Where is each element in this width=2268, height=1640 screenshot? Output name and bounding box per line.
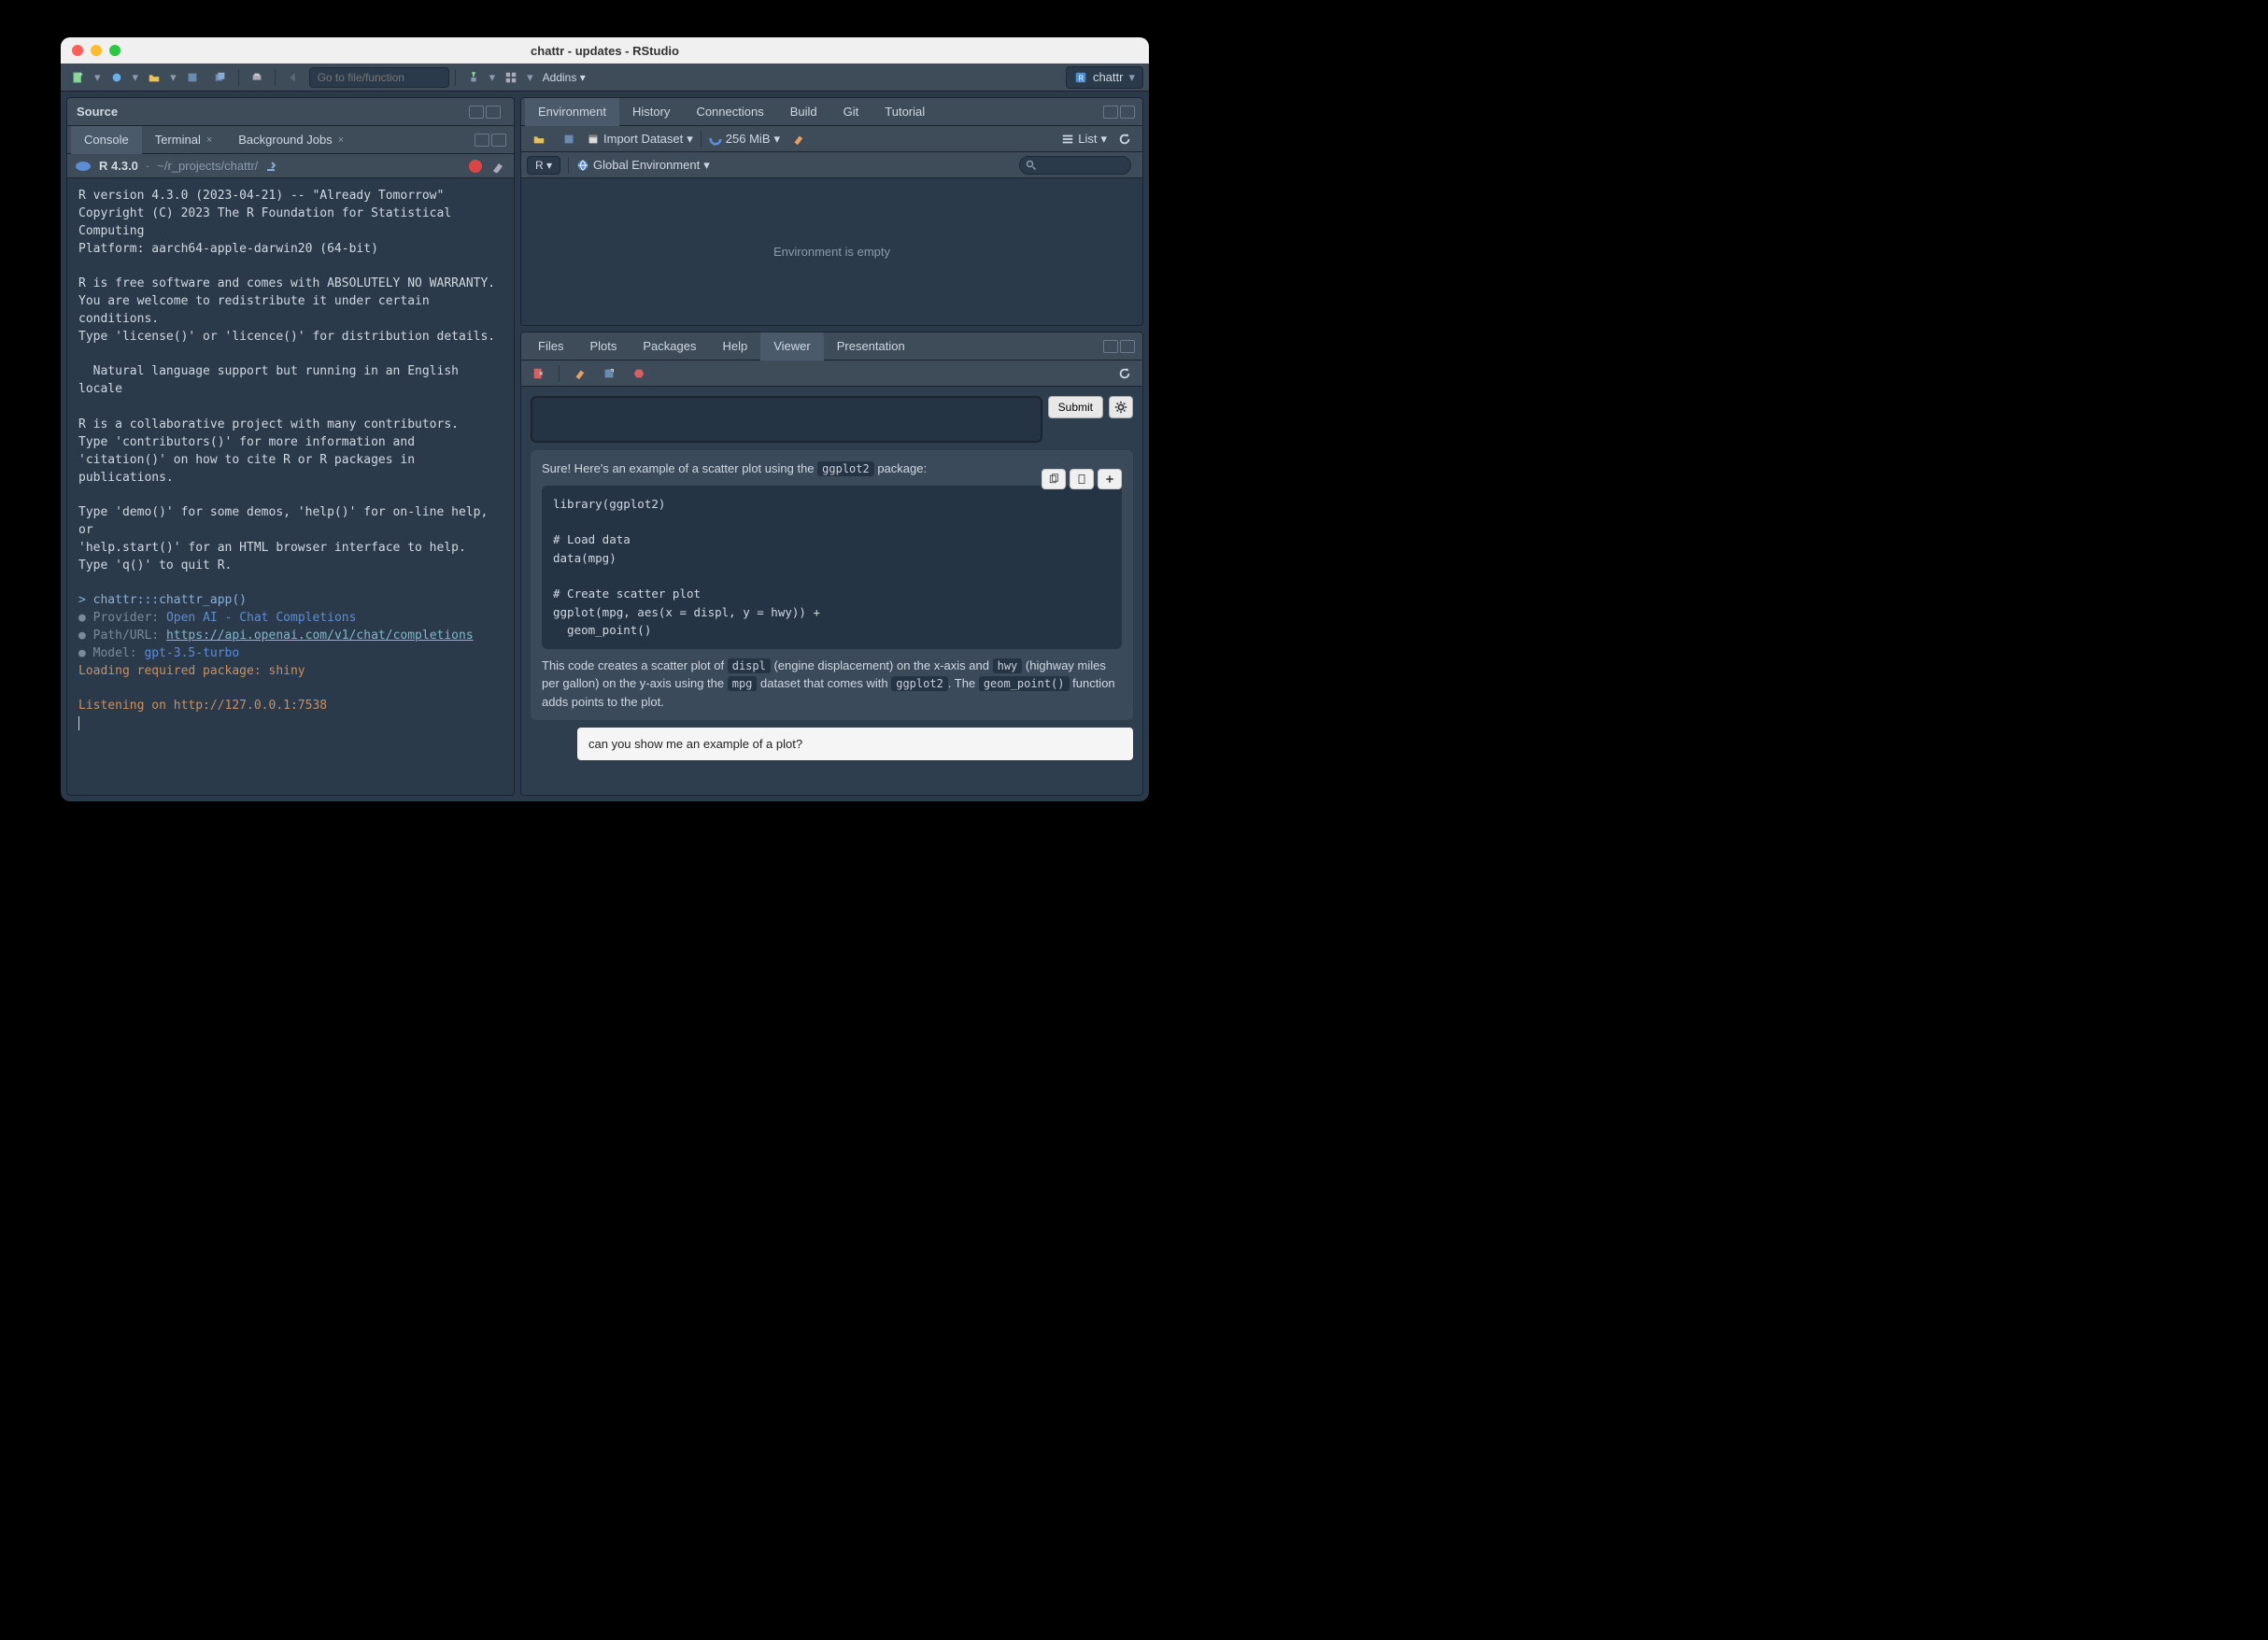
stop-button[interactable] (469, 160, 482, 173)
code-block[interactable]: library(ggplot2) # Load data data(mpg) #… (542, 486, 1122, 649)
minimize-pane-icon[interactable] (469, 106, 484, 119)
save-all-button[interactable] (208, 67, 233, 88)
svg-text:×: × (539, 369, 544, 377)
submit-button[interactable]: Submit (1048, 396, 1103, 418)
plus-icon (1104, 474, 1115, 485)
tab-git[interactable]: Git (830, 98, 872, 126)
tab-build[interactable]: Build (777, 98, 830, 126)
print-button[interactable] (245, 67, 269, 88)
titlebar: chattr - updates - RStudio (61, 37, 1149, 64)
tab-presentation[interactable]: Presentation (824, 332, 918, 361)
document-icon (1076, 474, 1087, 485)
chat-input[interactable] (531, 396, 1042, 443)
settings-button[interactable] (1109, 396, 1133, 418)
remove-viewer-button[interactable]: × (527, 363, 551, 384)
tab-background-jobs[interactable]: Background Jobs × (225, 126, 357, 154)
viewer-content: Submit Sure! Here's an example of a scat… (521, 387, 1142, 795)
tab-help[interactable]: Help (709, 332, 760, 361)
refresh-button[interactable] (1113, 129, 1137, 149)
copy-icon (1048, 474, 1059, 485)
new-doc-button[interactable] (1070, 469, 1094, 489)
maximize-pane-icon[interactable] (491, 134, 506, 147)
source-pane-header: Source (67, 98, 514, 126)
tab-tutorial[interactable]: Tutorial (872, 98, 938, 126)
share-icon[interactable] (265, 161, 278, 172)
tab-history[interactable]: History (619, 98, 683, 126)
import-dataset-button[interactable]: Import Dataset ▾ (587, 132, 693, 147)
goto-file-input[interactable] (309, 67, 449, 88)
tab-files[interactable]: Files (525, 332, 576, 361)
maximize-pane-icon[interactable] (1120, 106, 1135, 119)
insert-code-button[interactable] (1098, 469, 1122, 489)
search-icon (1026, 160, 1037, 171)
go-back-button[interactable] (281, 67, 305, 88)
tools-button[interactable] (461, 67, 486, 88)
svg-text:R: R (1078, 74, 1084, 82)
r-logo-icon (75, 160, 92, 173)
console-output[interactable]: R version 4.3.0 (2023-04-21) -- "Already… (67, 178, 514, 795)
tab-environment[interactable]: Environment (525, 98, 619, 126)
env-tabs: Environment History Connections Build Gi… (521, 98, 1142, 126)
assistant-message: Sure! Here's an example of a scatter plo… (531, 450, 1133, 720)
addins-label: Addins (543, 71, 577, 84)
addins-menu[interactable]: Addins ▾ (537, 71, 591, 84)
environment-scope[interactable]: Global Environment ▾ (576, 158, 710, 173)
minimize-pane-icon[interactable] (475, 134, 489, 147)
tab-plots[interactable]: Plots (576, 332, 630, 361)
viewer-tabs: Files Plots Packages Help Viewer Present… (521, 332, 1142, 361)
save-workspace-button[interactable] (557, 129, 581, 149)
new-project-button[interactable] (105, 67, 129, 88)
tab-terminal[interactable]: Terminal × (142, 126, 226, 154)
environment-search-input[interactable] (1019, 156, 1131, 175)
save-button[interactable] (180, 67, 205, 88)
clear-viewer-button[interactable] (567, 363, 591, 384)
console-path-bar: R 4.3.0 · ~/r_projects/chattr/ (67, 154, 514, 178)
clear-workspace-button[interactable] (786, 129, 810, 149)
console-tabs: Console Terminal × Background Jobs × (67, 126, 514, 154)
project-name: chattr (1093, 70, 1124, 84)
list-view-button[interactable]: List ▾ (1061, 132, 1107, 147)
export-viewer-button[interactable] (597, 363, 621, 384)
refresh-viewer-button[interactable] (1113, 363, 1137, 384)
rstudio-window: chattr - updates - RStudio + ▾ ▾ ▾ (61, 37, 1149, 801)
clear-console-button[interactable] (489, 160, 506, 173)
tab-connections[interactable]: Connections (683, 98, 776, 126)
user-message: can you show me an example of a plot? (577, 728, 1133, 760)
inline-code: ggplot2 (817, 461, 874, 476)
tab-packages[interactable]: Packages (630, 332, 709, 361)
new-file-button[interactable]: + (66, 67, 91, 88)
main-toolbar: + ▾ ▾ ▾ ▾ ▾ (61, 64, 1149, 92)
maximize-pane-icon[interactable] (1120, 340, 1135, 353)
source-title: Source (77, 105, 118, 119)
memory-usage[interactable]: 256 MiB ▾ (709, 132, 780, 147)
minimize-pane-icon[interactable] (1103, 106, 1118, 119)
window-title: chattr - updates - RStudio (61, 44, 1149, 58)
copy-code-button[interactable] (1042, 469, 1066, 489)
open-file-button[interactable] (142, 67, 166, 88)
close-icon[interactable]: × (206, 134, 212, 146)
viewer-pane: Files Plots Packages Help Viewer Present… (520, 332, 1143, 796)
left-pane: Source Console Terminal × Backgro (66, 97, 515, 796)
svg-text:+: + (79, 72, 83, 78)
close-icon[interactable]: × (338, 134, 344, 146)
gear-icon (1114, 401, 1127, 414)
environment-empty-message: Environment is empty (521, 178, 1142, 325)
stop-viewer-button[interactable] (627, 363, 651, 384)
tab-viewer[interactable]: Viewer (760, 332, 824, 361)
minimize-pane-icon[interactable] (1103, 340, 1118, 353)
environment-pane: Environment History Connections Build Gi… (520, 97, 1143, 326)
r-version: R 4.3.0 (99, 159, 138, 173)
tab-console[interactable]: Console (71, 126, 142, 154)
load-workspace-button[interactable] (527, 129, 551, 149)
project-switcher[interactable]: R chattr ▾ (1066, 66, 1143, 89)
working-directory: ~/r_projects/chattr/ (157, 159, 258, 173)
grid-button[interactable] (499, 67, 523, 88)
maximize-pane-icon[interactable] (486, 106, 501, 119)
language-selector[interactable]: R ▾ (527, 156, 560, 175)
